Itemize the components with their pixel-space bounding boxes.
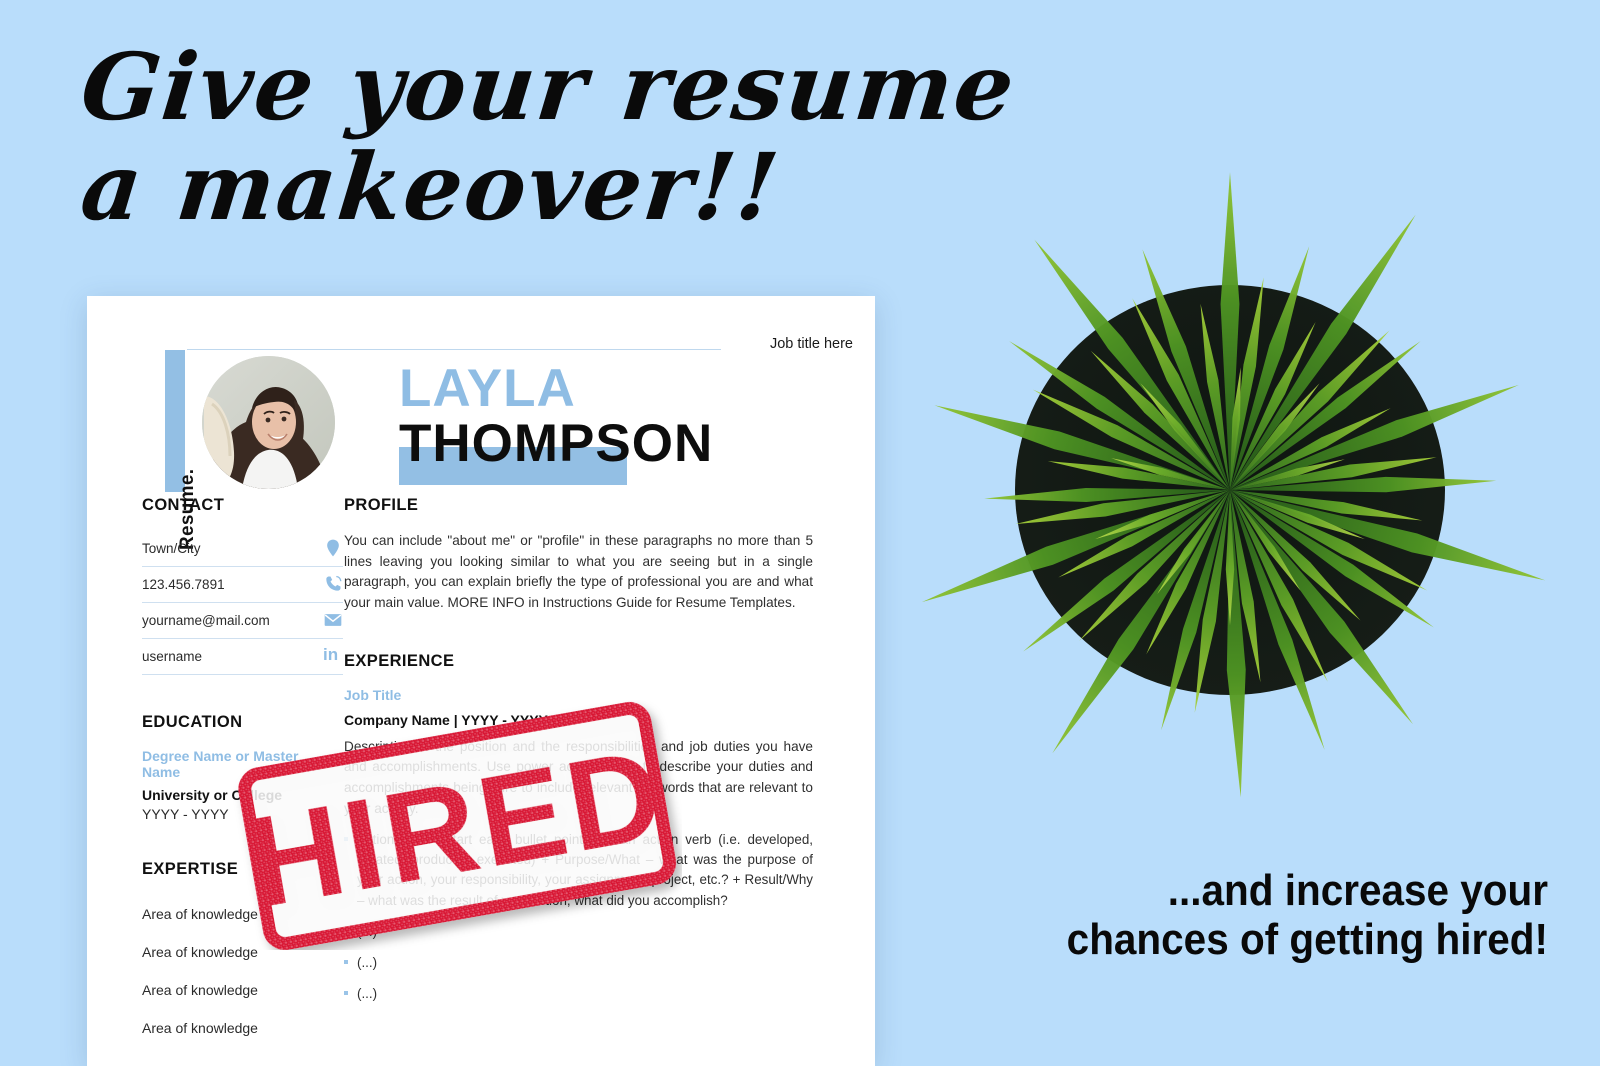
spacer-experience [344, 614, 813, 652]
resume-body: CONTACT Town/City 123.456.7891 yourname@… [87, 496, 875, 1047]
education-years: YYYY - YYYY [142, 806, 229, 822]
contact-phone-value: 123.456.7891 [142, 576, 225, 592]
list-item: (...) [344, 953, 813, 973]
contact-linkedin-value: username [142, 648, 203, 664]
list-item: Area of knowledge [142, 944, 258, 960]
phone-icon [323, 574, 343, 594]
contact-item-email: yourname@mail.com [142, 603, 343, 639]
job-title-row: Job title here [187, 336, 853, 356]
contact-heading: CONTACT [142, 496, 225, 514]
last-name-wrap: THOMPSON [399, 414, 714, 485]
contact-email-value: yourname@mail.com [142, 612, 270, 628]
tagline-line-1: ...and increase your [1167, 866, 1548, 915]
job-title-top: Job title here [769, 336, 853, 352]
envelope-icon [323, 610, 343, 630]
potted-plant-image [860, 90, 1600, 880]
list-item: Area of knowledge [142, 1020, 258, 1036]
resume-page: Resume. Job title here LAYLA THOMPSON CO… [87, 296, 875, 1066]
expertise-heading: EXPERTISE [142, 860, 239, 878]
last-name: THOMPSON [399, 414, 714, 473]
location-pin-icon [323, 538, 343, 558]
contact-location-value: Town/City [142, 540, 201, 556]
experience-job-title: Job Title [344, 686, 402, 703]
spacer-expertise [142, 822, 319, 860]
tagline: ...and increase your chances of getting … [941, 866, 1548, 965]
list-item: Area of knowledge [142, 982, 258, 998]
linkedin-icon: in [323, 645, 339, 664]
experience-description: Description of the position and the resp… [344, 738, 813, 816]
education-school: University or College [142, 787, 283, 803]
experience-bullets: Action/How – start each bullet point wit… [344, 830, 813, 1004]
job-title-rule [187, 349, 721, 350]
left-column: CONTACT Town/City 123.456.7891 yourname@… [87, 496, 343, 1047]
first-name: LAYLA [399, 359, 576, 418]
contact-item-location: Town/City [142, 531, 343, 567]
education-heading: EDUCATION [142, 713, 243, 731]
experience-company: Company Name | YYYY - YYYY [344, 711, 548, 728]
education-degree: Degree Name or Master Name [142, 748, 299, 780]
experience-heading: EXPERIENCE [344, 651, 455, 670]
resume-header: Resume. Job title here LAYLA THOMPSON [87, 296, 875, 550]
profile-heading: PROFILE [344, 496, 419, 514]
contact-item-linkedin: username in [142, 639, 343, 675]
list-item: (...) [344, 922, 813, 942]
avatar [202, 356, 335, 489]
candidate-name: LAYLA THOMPSON [399, 359, 714, 485]
profile-text: You can include "about me" or "profile" … [344, 533, 813, 610]
list-item: Action/How – start each bullet point wit… [344, 830, 813, 910]
expertise-list: Area of knowledge Area of knowledge Area… [142, 895, 319, 1047]
contact-list: Town/City 123.456.7891 yourname@mail.com… [142, 531, 343, 675]
spacer-education [142, 675, 319, 713]
tagline-line-2: chances of getting hired! [1066, 915, 1548, 965]
poster-canvas: Give your resume a makeover!! Resume. Jo… [0, 0, 1600, 1066]
right-column: PROFILE You can include "about me" or "p… [319, 496, 875, 1047]
list-item: (...) [344, 984, 813, 1004]
list-item: Area of knowledge [142, 906, 258, 922]
contact-item-phone: 123.456.7891 [142, 567, 343, 603]
